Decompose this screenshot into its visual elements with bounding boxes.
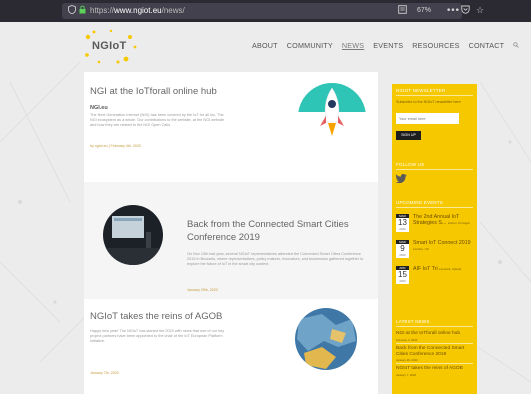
- browser-toolbar: https://www.ngiot.eu/news/ 67% ••• ☆: [0, 0, 531, 22]
- latest-news-link[interactable]: NGIoT takes the reins of AGOB: [396, 366, 473, 372]
- widget-title: FOLLOW US: [396, 162, 425, 167]
- event-location: Lisbon, Portugal: [447, 221, 470, 226]
- nav-news[interactable]: NEWS: [342, 41, 364, 50]
- map-thumbnail[interactable]: [294, 307, 358, 371]
- event-title[interactable]: Smart IoT Connect 2019 London, UK: [413, 240, 473, 252]
- page: NGIoT ABOUT COMMUNITY NEWS EVENTS RESOUR…: [0, 22, 531, 394]
- url-path: /news/: [161, 6, 185, 15]
- conference-thumbnail[interactable]: [102, 204, 164, 266]
- reader-view-icon[interactable]: [398, 5, 407, 18]
- pocket-icon[interactable]: [461, 5, 470, 18]
- divider: [396, 169, 473, 170]
- divider: [396, 95, 473, 96]
- event-day: 13: [398, 218, 407, 227]
- email-field[interactable]: [396, 113, 459, 124]
- latest-news-link[interactable]: NGI at the IoTforall online hub: [396, 331, 473, 337]
- post-card: NGIoT takes the reins of AGOB Happy new …: [84, 299, 378, 394]
- nav-events[interactable]: EVENTS: [373, 41, 403, 50]
- event-location: Limerick, Ireland: [439, 267, 462, 271]
- event-date: APR 15 2020: [396, 266, 409, 284]
- divider: [396, 343, 473, 344]
- event-title-text: AIF IoT Tri: [413, 266, 438, 272]
- divider: [396, 326, 473, 327]
- events-widget: UPCOMING EVENTS MAR 13 2020 The 2nd Annu…: [392, 196, 477, 316]
- latest-news-widget: LATEST NEWS NGI at the IoTforall online …: [392, 315, 477, 394]
- post-excerpt: The Next Generation Internet (NGI) has b…: [90, 113, 225, 128]
- widget-title: NGIOT NEWSLETTER: [396, 88, 446, 93]
- event-location: London, UK: [413, 247, 429, 252]
- star-icon[interactable]: ☆: [476, 5, 484, 17]
- search-icon[interactable]: [513, 41, 519, 50]
- widget-title: UPCOMING EVENTS: [396, 200, 444, 205]
- event-date: MAR 9 2020: [396, 240, 409, 258]
- post-title[interactable]: NGIoT takes the reins of AGOB: [90, 311, 270, 323]
- main-nav: ABOUT COMMUNITY NEWS EVENTS RESOURCES CO…: [252, 41, 519, 50]
- nav-contact[interactable]: CONTACT: [469, 41, 505, 50]
- post-title[interactable]: NGI at the IoTforall online hub: [90, 86, 270, 98]
- latest-news-date: January 7, 2020: [396, 373, 417, 377]
- newsletter-widget: NGIOT NEWSLETTER Subscribe to the NGIoT …: [392, 84, 477, 169]
- event-title[interactable]: The 2nd Annual IoT Strategies S... Lisbo…: [413, 214, 473, 226]
- divider: [396, 207, 473, 208]
- post-author: NGI.eu: [90, 105, 108, 111]
- divider: [396, 363, 473, 364]
- logo-text: NGIoT: [92, 40, 127, 52]
- newsletter-text: Subscribe to the NGIoT newsletter here: [396, 100, 461, 104]
- url-host: www.ngiot.eu: [114, 6, 162, 15]
- nav-community[interactable]: COMMUNITY: [287, 41, 333, 50]
- event-day: 15: [398, 270, 407, 279]
- post-excerpt: On Nov 13th last year, several NGIoT rep…: [187, 252, 364, 267]
- event-year: 2020: [399, 227, 406, 231]
- event-title-text: Smart IoT Connect 2019: [413, 240, 471, 246]
- nav-about[interactable]: ABOUT: [252, 41, 278, 50]
- zoom-level[interactable]: 67%: [417, 5, 431, 17]
- post-meta: by ngiot.eu | February 4th, 2020: [90, 144, 141, 148]
- follow-widget: FOLLOW US: [392, 158, 477, 199]
- latest-news-link[interactable]: Back from the Connected Smart Cities Con…: [396, 346, 473, 357]
- lock-icon[interactable]: [79, 5, 86, 18]
- event-item[interactable]: APR 15 2020 AIF IoT Tri Limerick, Irelan…: [396, 266, 474, 288]
- latest-news-date: February 4, 2020: [396, 338, 418, 342]
- event-item[interactable]: MAR 9 2020 Smart IoT Connect 2019 London…: [396, 240, 474, 262]
- post-card: NGI at the IoTforall online hub NGI.eu T…: [84, 72, 378, 183]
- twitter-icon[interactable]: [396, 174, 407, 183]
- url-scheme: https://: [90, 6, 115, 15]
- event-year: 2020: [399, 279, 406, 283]
- rocket-thumbnail[interactable]: [297, 82, 367, 152]
- post-excerpt: Happy new year! The NGIoT has started th…: [90, 329, 225, 344]
- widget-title: LATEST NEWS: [396, 319, 430, 324]
- post-meta: January 7th, 2020: [90, 371, 119, 375]
- event-date: MAR 13 2020: [396, 214, 409, 232]
- event-item[interactable]: MAR 13 2020 The 2nd Annual IoT Strategie…: [396, 214, 474, 236]
- site-logo[interactable]: NGIoT: [82, 28, 140, 66]
- event-title[interactable]: AIF IoT Tri Limerick, Ireland: [413, 266, 473, 272]
- post-meta: January 29th, 2020: [187, 288, 218, 292]
- ellipsis-icon[interactable]: •••: [446, 5, 460, 17]
- latest-news-date: January 29, 2020: [396, 358, 418, 362]
- event-year: 2020: [399, 253, 406, 257]
- url-text[interactable]: https://www.ngiot.eu/news/: [90, 5, 185, 17]
- shield-icon[interactable]: [68, 5, 76, 18]
- post-title[interactable]: Back from the Connected Smart Cities Con…: [187, 218, 377, 244]
- nav-resources[interactable]: RESOURCES: [412, 41, 459, 50]
- post-card: Back from the Connected Smart Cities Con…: [84, 182, 378, 300]
- event-day: 9: [400, 244, 405, 253]
- site-header: NGIoT ABOUT COMMUNITY NEWS EVENTS RESOUR…: [82, 22, 519, 74]
- signup-button[interactable]: SIGN UP: [396, 131, 421, 140]
